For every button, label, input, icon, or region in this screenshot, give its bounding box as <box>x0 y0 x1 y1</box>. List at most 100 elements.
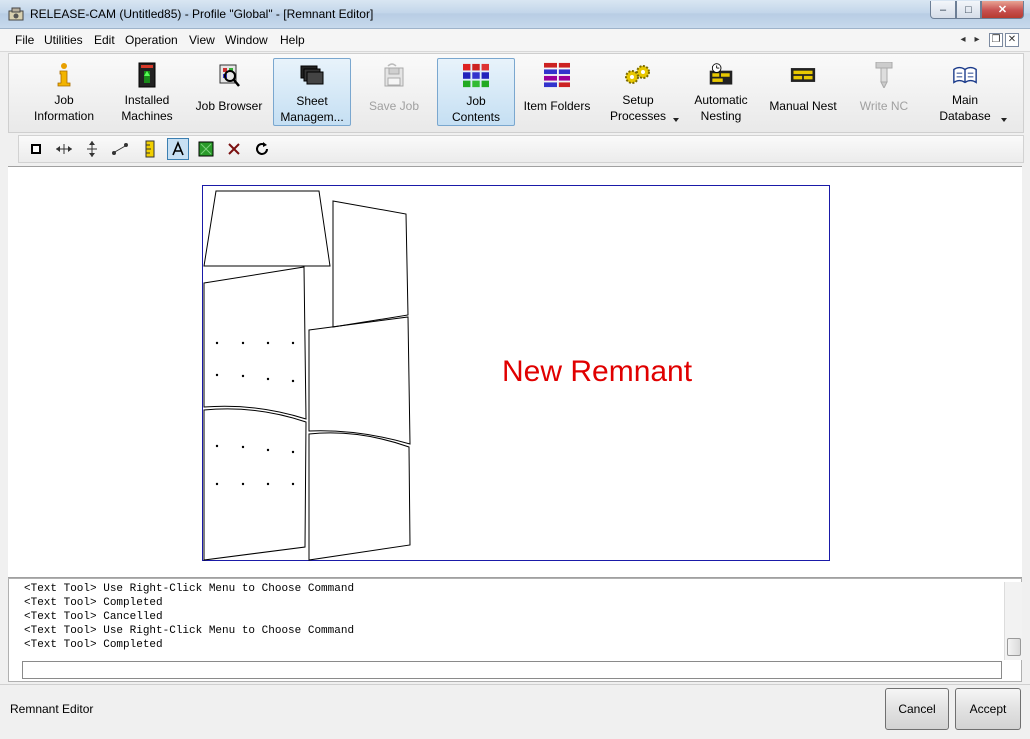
browser-icon <box>216 62 242 88</box>
select-tool-button[interactable] <box>25 138 47 160</box>
horizontal-dimension-button[interactable] <box>53 138 75 160</box>
delete-button[interactable] <box>223 138 245 160</box>
fill-button[interactable] <box>195 138 217 160</box>
app-icon <box>8 7 24 21</box>
info-icon <box>51 62 77 88</box>
line-tool-button[interactable] <box>109 138 131 160</box>
sheets-icon <box>299 63 325 89</box>
mdi-next-button[interactable]: ▸ <box>970 33 984 47</box>
setup-processes-dropdown-icon <box>673 118 679 122</box>
menu-view[interactable]: View <box>189 33 215 47</box>
accept-button[interactable]: Accept <box>955 688 1021 730</box>
auto-nest-icon <box>708 62 734 88</box>
main-database-dropdown-icon <box>1001 118 1007 122</box>
item-folders-button[interactable]: Item Folders <box>517 58 597 126</box>
main-database-label-1: Main <box>951 93 978 107</box>
job-information-button[interactable]: Job Information <box>23 58 105 126</box>
write-nc-button[interactable]: Write NC <box>845 58 923 126</box>
ruler-button[interactable] <box>139 138 161 160</box>
menu-edit[interactable]: Edit <box>94 33 115 47</box>
part-left-lower <box>203 408 307 561</box>
vertical-dimension-icon <box>87 141 97 157</box>
console-line: <Text Tool> Completed <box>24 639 163 651</box>
part-left-upper <box>203 266 307 420</box>
machine-icon <box>134 62 160 88</box>
database-icon <box>952 62 978 88</box>
job-information-label-2: Information <box>33 109 95 123</box>
select-tool-icon <box>31 144 41 154</box>
menu-operation[interactable]: Operation <box>125 33 178 47</box>
automatic-nesting-label-2: Nesting <box>700 109 742 123</box>
mdi-close-button[interactable]: ✕ <box>1005 33 1019 47</box>
refresh-icon <box>256 142 268 155</box>
save-job-button[interactable]: Save Job <box>355 58 433 126</box>
folders-icon <box>544 62 570 88</box>
minimize-button[interactable]: – <box>930 1 956 19</box>
command-input[interactable] <box>22 661 1002 679</box>
menu-utilities[interactable]: Utilities <box>44 33 83 47</box>
text-tool-button[interactable] <box>167 138 189 160</box>
cancel-button[interactable]: Cancel <box>885 688 949 730</box>
status-text: Remnant Editor <box>10 702 94 716</box>
write-nc-label: Write NC <box>859 99 909 113</box>
job-contents-button[interactable]: Job Contents <box>437 58 515 126</box>
item-folders-label: Item Folders <box>523 99 591 113</box>
part-right-lower <box>308 432 411 561</box>
gears-icon <box>625 62 651 88</box>
mdi-prev-button[interactable]: ◂ <box>956 33 970 47</box>
job-browser-label: Job Browser <box>195 99 263 113</box>
fill-icon <box>198 141 214 157</box>
maximize-button[interactable]: □ <box>956 1 981 19</box>
remnant-label[interactable]: New Remnant <box>502 355 692 389</box>
menu-file[interactable]: File <box>15 33 34 47</box>
mdi-restore-button[interactable]: ❐ <box>989 33 1003 47</box>
sheet-management-label-2: Managem... <box>280 110 344 124</box>
menu-window[interactable]: Window <box>225 33 268 47</box>
job-information-label-1: Job <box>54 93 74 107</box>
drawing-canvas[interactable]: New Remnant <box>8 166 1022 578</box>
delete-icon <box>228 143 240 155</box>
horizontal-dimension-icon <box>56 144 72 154</box>
automatic-nesting-button[interactable]: Automatic Nesting <box>681 58 761 126</box>
part-right-middle <box>308 316 411 445</box>
setup-processes-label-1: Setup <box>622 93 654 107</box>
installed-machines-label-2: Machines <box>121 109 173 123</box>
installed-machines-label-1: Installed <box>124 93 170 107</box>
console-line: <Text Tool> Use Right-Click Menu to Choo… <box>24 583 355 595</box>
manual-nest-icon <box>790 62 816 88</box>
console-line: <Text Tool> Completed <box>24 597 163 609</box>
job-contents-label-1: Job <box>466 94 486 108</box>
main-toolbar: Job Information Installed Machines Job B… <box>8 53 1024 133</box>
write-nc-icon <box>871 62 897 88</box>
console-output: <Text Tool> Use Right-Click Menu to Choo… <box>22 582 1004 660</box>
console-scrollbar[interactable] <box>1004 582 1022 660</box>
job-contents-label-2: Contents <box>451 110 501 124</box>
ruler-icon <box>145 140 155 158</box>
editor-toolbar <box>18 135 1024 163</box>
setup-processes-button[interactable]: Setup Processes <box>599 58 679 126</box>
installed-machines-button[interactable]: Installed Machines <box>107 58 187 126</box>
save-icon <box>381 62 407 88</box>
close-button[interactable]: ✕ <box>981 1 1024 19</box>
part-holes <box>215 341 295 486</box>
manual-nest-label: Manual Nest <box>769 99 837 113</box>
text-tool-icon <box>172 141 184 156</box>
vertical-dimension-button[interactable] <box>81 138 103 160</box>
main-database-button[interactable]: Main Database <box>925 58 1007 126</box>
menu-help[interactable]: Help <box>280 33 305 47</box>
sheet-management-button[interactable]: Sheet Managem... <box>273 58 351 126</box>
manual-nest-button[interactable]: Manual Nest <box>763 58 843 126</box>
setup-processes-label-2: Processes <box>609 109 667 123</box>
scrollbar-thumb[interactable] <box>1007 638 1021 656</box>
refresh-button[interactable] <box>251 138 273 160</box>
status-bar: Remnant Editor Cancel Accept <box>0 684 1030 739</box>
grid-icon <box>463 63 489 89</box>
main-database-label-2: Database <box>939 109 991 123</box>
job-browser-button[interactable]: Job Browser <box>189 58 269 126</box>
part-trapezoid <box>203 190 331 267</box>
part-top-right <box>332 200 409 328</box>
window-title: RELEASE-CAM (Untitled85) - Profile "Glob… <box>30 7 374 21</box>
title-bar: RELEASE-CAM (Untitled85) - Profile "Glob… <box>0 0 1030 29</box>
console-line: <Text Tool> Use Right-Click Menu to Choo… <box>24 625 355 637</box>
save-job-label: Save Job <box>368 99 420 113</box>
